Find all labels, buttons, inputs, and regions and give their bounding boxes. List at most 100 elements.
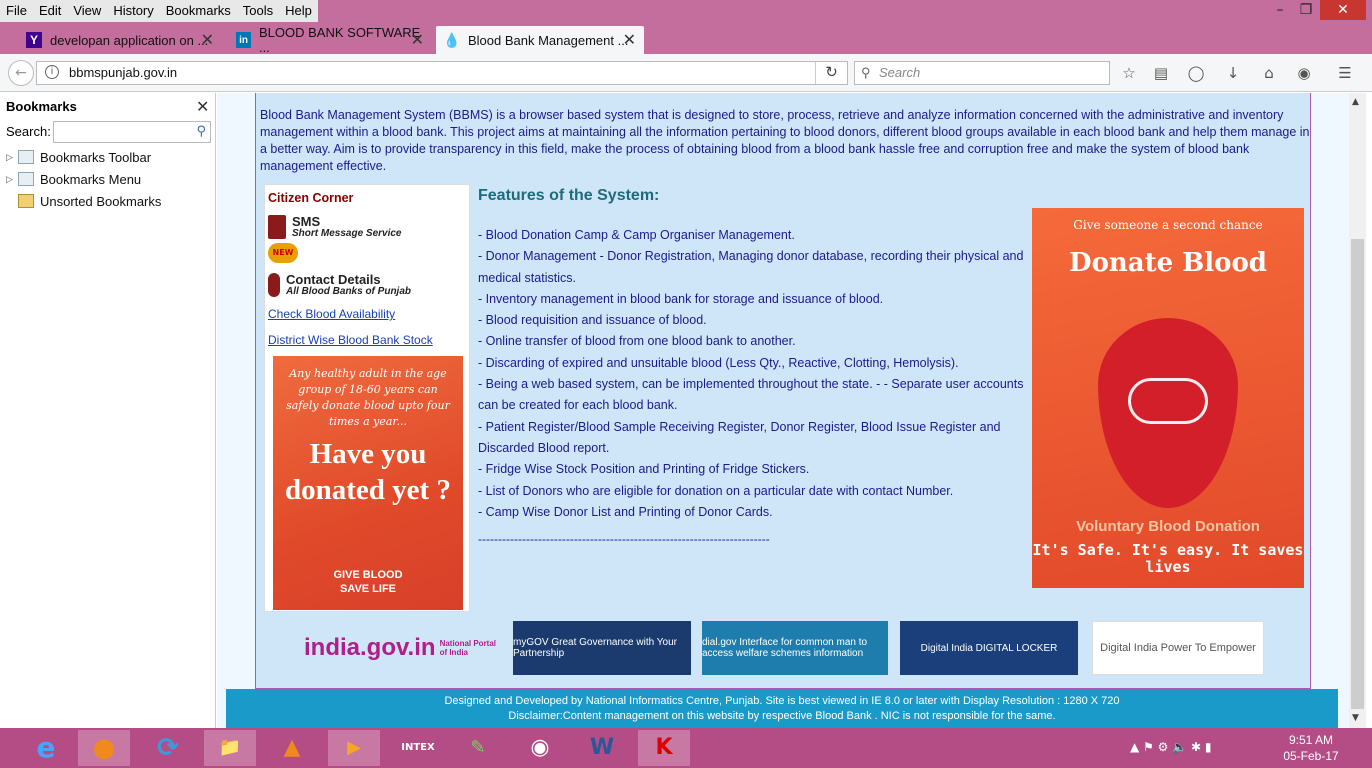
- sms-title: SMS: [292, 214, 321, 229]
- feature-item: - Discarding of expired and unsuitable b…: [478, 355, 959, 370]
- footer-disclaimer: Disclaimer:Content management on this we…: [508, 710, 1056, 722]
- media-player-icon[interactable]: ▶: [328, 730, 380, 766]
- digital-india-text: Digital India Power To Empower: [1100, 642, 1256, 654]
- url-bar[interactable]: i bbmspunjab.gov.in ↻: [36, 61, 848, 85]
- firefox-icon[interactable]: ●: [78, 730, 130, 766]
- sidebar-search-input[interactable]: ⚲: [53, 121, 211, 143]
- ie-icon[interactable]: e: [20, 730, 72, 766]
- linkedin-icon: in: [236, 32, 252, 48]
- tab-close-icon[interactable]: ✕: [623, 30, 636, 50]
- menu-help[interactable]: Help: [279, 0, 318, 22]
- pocket-icon[interactable]: ◯: [1187, 64, 1205, 82]
- kaspersky-icon[interactable]: K: [638, 730, 690, 766]
- system-tray-icons[interactable]: ▲ ⚑ ⚙ 🔈 ✱ ▮: [1130, 740, 1211, 754]
- sidebar-item-label: Bookmarks Menu: [40, 171, 142, 187]
- restore-icon[interactable]: ❐: [1294, 0, 1318, 20]
- sms-service[interactable]: SMS Short Message Service: [268, 215, 402, 239]
- vertical-scrollbar[interactable]: ▲ ▼: [1349, 93, 1366, 729]
- back-button[interactable]: ←: [8, 60, 34, 86]
- extension-icon[interactable]: ◉: [1295, 64, 1313, 82]
- tab-close-icon[interactable]: ✕: [201, 30, 214, 50]
- intex-icon[interactable]: INTEX: [392, 730, 444, 766]
- district-wise-stock-link[interactable]: District Wise Blood Bank Stock: [268, 333, 433, 347]
- close-sidebar-icon[interactable]: ✕: [196, 97, 209, 116]
- feature-item: - Patient Register/Blood Sample Receivin…: [478, 419, 1001, 455]
- clock[interactable]: 9:51 AM 05-Feb-17: [1276, 732, 1346, 764]
- expand-icon[interactable]: ▷: [6, 174, 18, 185]
- feature-item: - Being a web based system, can be imple…: [478, 377, 1024, 413]
- expand-icon[interactable]: ▷: [6, 152, 18, 163]
- hamburger-menu-icon[interactable]: ☰: [1336, 64, 1354, 82]
- sidebar-item-bookmarks-menu[interactable]: ▷ Bookmarks Menu: [6, 169, 141, 189]
- minimize-icon[interactable]: –: [1268, 0, 1292, 20]
- mobile-phone-icon: [268, 215, 286, 239]
- scrollbar-thumb[interactable]: [1351, 239, 1364, 709]
- sync-app-icon[interactable]: ⟳: [142, 730, 194, 766]
- paw-app-icon[interactable]: ◉: [514, 730, 566, 766]
- telephone-icon: [268, 273, 280, 297]
- india-gov-banner[interactable]: india.gov.in National Portal of India: [304, 621, 504, 675]
- notepadpp-icon[interactable]: ✎: [452, 730, 504, 766]
- file-explorer-icon[interactable]: 📁: [204, 730, 256, 766]
- reading-list-icon[interactable]: ▤: [1152, 64, 1170, 82]
- url-text: bbmspunjab.gov.in: [69, 65, 178, 80]
- menu-history[interactable]: History: [107, 0, 159, 22]
- menu-view[interactable]: View: [67, 0, 107, 22]
- features-title: Features of the System:: [478, 187, 660, 204]
- tab-linkedin[interactable]: in BLOOD BANK SOFTWARE ... ✕: [228, 25, 432, 55]
- dialgov-banner[interactable]: dial.gov Interface for common man to acc…: [702, 621, 888, 675]
- menu-tools[interactable]: Tools: [237, 0, 279, 22]
- menu-file[interactable]: File: [0, 0, 33, 22]
- india-gov-logo-text: india.gov.in: [304, 634, 436, 661]
- blood-drop-icon: 💧: [443, 31, 461, 48]
- menu-edit[interactable]: Edit: [33, 0, 67, 22]
- search-icon: ⚲: [861, 65, 871, 80]
- check-blood-availability-link[interactable]: Check Blood Availability: [268, 307, 395, 321]
- safe-easy-text: It's Safe. It's easy. It saves lives: [1032, 541, 1304, 576]
- close-window-icon[interactable]: ✕: [1320, 0, 1366, 20]
- donate-blood-poster: Give someone a second chance Donate Bloo…: [1032, 208, 1304, 588]
- folder-icon: [18, 172, 34, 186]
- tab-yahoo[interactable]: Y developan application on ... ✕: [18, 26, 222, 54]
- clock-date: 05-Feb-17: [1283, 749, 1339, 763]
- info-icon[interactable]: i: [45, 65, 59, 79]
- page-content: Blood Bank Management System (BBMS) is a…: [217, 93, 1349, 729]
- folder-icon: [18, 194, 34, 208]
- home-icon[interactable]: ⌂: [1260, 64, 1278, 82]
- donate-headline: Donate Blood: [1069, 248, 1267, 278]
- search-input[interactable]: ⚲ Search: [854, 61, 1110, 85]
- donation-poster: Any healthy adult in the age group of 18…: [273, 356, 463, 610]
- mygov-banner[interactable]: myGOV Great Governance with Your Partner…: [513, 621, 691, 675]
- tab-label: Blood Bank Management ...: [468, 32, 629, 48]
- bookmark-star-icon[interactable]: ☆: [1120, 64, 1138, 82]
- mygov-text: myGOV Great Governance with Your Partner…: [513, 637, 677, 659]
- ribbon-bow-icon: [1128, 378, 1208, 424]
- tab-label: BLOOD BANK SOFTWARE ...: [259, 25, 421, 55]
- reload-icon[interactable]: ↻: [815, 62, 847, 84]
- scroll-up-icon[interactable]: ▲: [1352, 97, 1359, 107]
- search-placeholder: Search: [879, 65, 921, 80]
- tab-blood-bank[interactable]: 💧 Blood Bank Management ... ✕: [436, 26, 644, 54]
- tab-bar: Y developan application on ... ✕ in BLOO…: [0, 22, 1372, 73]
- dialgov-text: dial.gov Interface for common man to acc…: [702, 637, 868, 659]
- digital-locker-banner[interactable]: Digital India DIGITAL LOCKER: [900, 621, 1078, 675]
- feature-item: - Donor Management - Donor Registration,…: [478, 249, 1024, 285]
- sidebar-item-label: Bookmarks Toolbar: [40, 149, 152, 165]
- contact-details[interactable]: Contact Details All Blood Banks of Punja…: [268, 273, 411, 297]
- yahoo-icon: Y: [26, 32, 42, 48]
- word-icon[interactable]: W: [576, 730, 628, 766]
- tab-label: developan application on ...: [50, 32, 209, 48]
- sidebar-item-unsorted-bookmarks[interactable]: Unsorted Bookmarks: [6, 191, 161, 211]
- taskbar: e ● ⟳ 📁 ▲ ▶ INTEX ✎ ◉ W K ▲ ⚑ ⚙ 🔈 ✱ ▮ 9:…: [0, 728, 1372, 768]
- vlc-icon[interactable]: ▲: [266, 730, 318, 766]
- intro-paragraph: Blood Bank Management System (BBMS) is a…: [260, 108, 1310, 173]
- sidebar-item-bookmarks-toolbar[interactable]: ▷ Bookmarks Toolbar: [6, 147, 151, 167]
- citizen-corner: Citizen Corner SMS Short Message Service…: [264, 184, 470, 612]
- sidebar-item-label: Unsorted Bookmarks: [40, 193, 162, 209]
- tab-close-icon[interactable]: ✕: [411, 30, 424, 50]
- digital-india-banner[interactable]: Digital India Power To Empower: [1092, 621, 1264, 675]
- feature-item: - Camp Wise Donor List and Printing of D…: [478, 504, 773, 519]
- scroll-down-icon[interactable]: ▼: [1352, 713, 1359, 723]
- download-icon[interactable]: ↓: [1224, 64, 1242, 82]
- menu-bookmarks[interactable]: Bookmarks: [160, 0, 237, 22]
